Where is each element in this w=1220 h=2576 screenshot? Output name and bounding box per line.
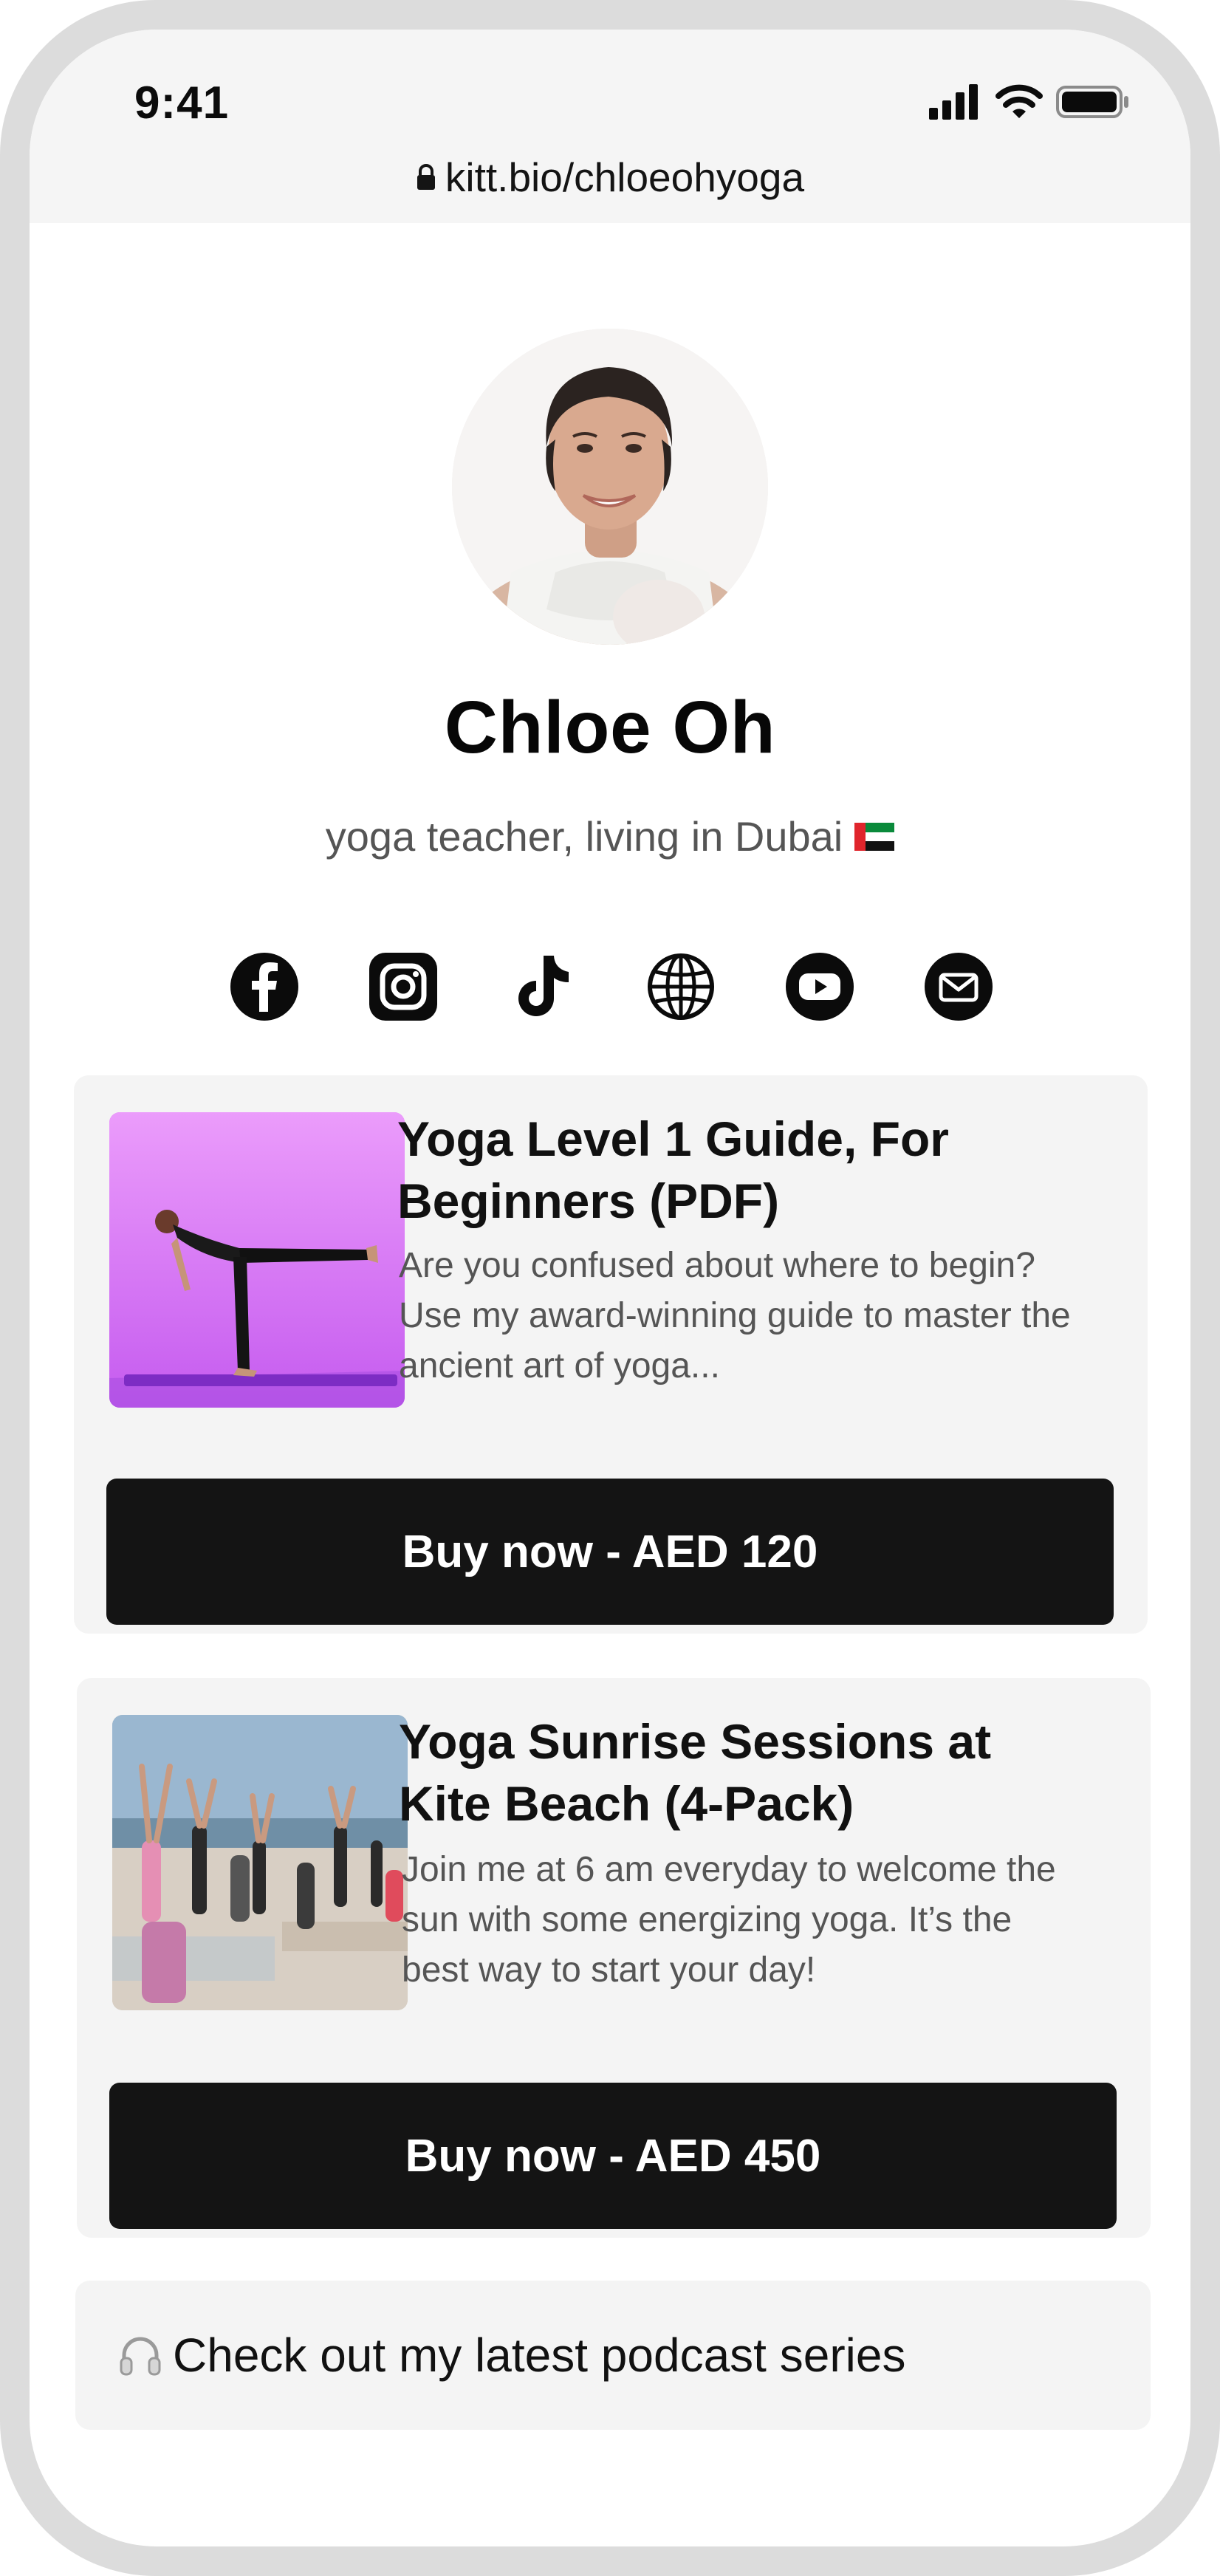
email-icon[interactable] [923,951,994,1022]
social-links [229,951,1009,1024]
phone-frame: 9:41 kitt.bio/chloeohyoga Chloe Oh yoga … [0,0,1220,2576]
globe-icon[interactable] [645,951,716,1022]
product-title: Yoga Level 1 Guide, For Beginners (PDF) [397,1111,949,1228]
lock-icon [417,164,435,190]
bio-text: yoga teacher, living in Dubai [325,813,843,860]
podcast-label: Check out my latest podcast series [173,2329,906,2382]
product-title: Yoga Sunrise Sessions at Kite Beach (4-P… [399,1714,992,1831]
avatar-photo [452,329,768,645]
status-time: 9:41 [134,78,230,129]
avatar [452,329,768,645]
battery-icon [1056,86,1128,118]
product-description: Are you confused about where to begin? U… [399,1246,1071,1385]
profile-bio: yoga teacher, living in Dubai [30,812,1190,860]
youtube-icon[interactable] [784,951,855,1022]
wifi-icon [995,84,1043,118]
facebook-icon[interactable] [229,951,300,1022]
product-card[interactable]: Yoga Sunrise Sessions at Kite Beach (4-P… [77,1678,1151,2238]
product-image-beach-sessions [112,1715,408,2010]
phone-screen: 9:41 kitt.bio/chloeohyoga Chloe Oh yoga … [30,30,1190,2546]
browser-bar: 9:41 kitt.bio/chloeohyoga [30,30,1190,223]
cellular-signal-icon [929,84,978,120]
headphones-icon [120,2337,161,2376]
product-description: Join me at 6 am everyday to welcome the … [402,1850,1056,1990]
status-icons [929,81,1130,123]
address-bar[interactable]: kitt.bio/chloeohyoga [30,154,1190,201]
product-card[interactable]: Yoga Level 1 Guide, For Beginners (PDF) … [74,1075,1148,1634]
profile-name: Chloe Oh [444,686,776,769]
buy-now-button-yoga-guide[interactable]: Buy now - AED 120 [106,1479,1114,1625]
url-text: kitt.bio/chloeohyoga [445,154,805,200]
podcast-link[interactable]: Check out my latest podcast series [75,2281,1151,2430]
uae-flag-icon [854,822,895,851]
instagram-icon[interactable] [368,951,439,1022]
tiktok-icon[interactable] [507,951,578,1022]
buy-now-button-beach-sessions[interactable]: Buy now - AED 450 [109,2083,1117,2229]
product-image-yoga-guide [109,1112,405,1408]
